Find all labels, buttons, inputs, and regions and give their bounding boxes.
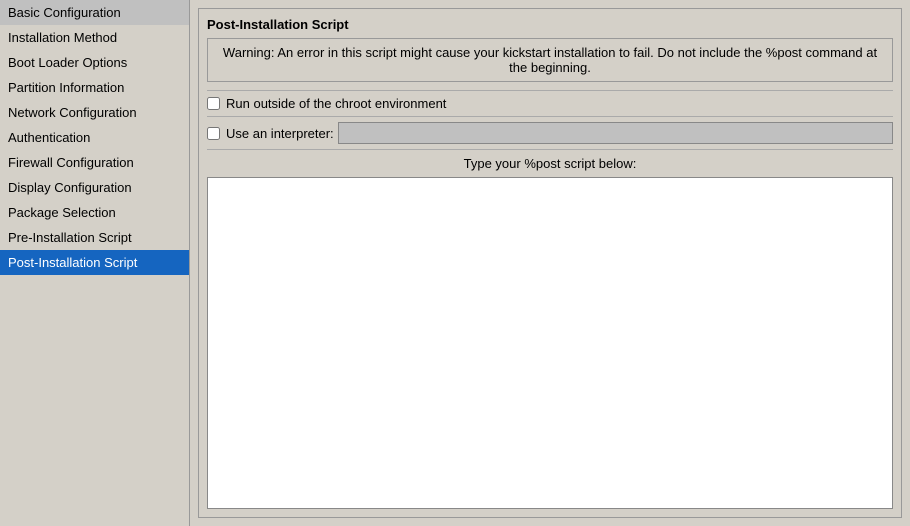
sidebar-item-label: Package Selection (8, 205, 116, 220)
use-interpreter-label: Use an interpreter: (226, 126, 334, 141)
sidebar-item-boot-loader-options[interactable]: Boot Loader Options (0, 50, 189, 75)
sidebar-item-label: Pre-Installation Script (8, 230, 132, 245)
script-textarea[interactable] (207, 177, 893, 509)
warning-text: Warning: An error in this script might c… (223, 45, 877, 75)
sidebar: Basic Configuration Installation Method … (0, 0, 190, 526)
use-interpreter-checkbox[interactable] (207, 127, 220, 140)
sidebar-item-label: Firewall Configuration (8, 155, 134, 170)
sidebar-item-label: Basic Configuration (8, 5, 121, 20)
run-outside-chroot-row: Run outside of the chroot environment (207, 90, 893, 117)
sidebar-item-installation-method[interactable]: Installation Method (0, 25, 189, 50)
sidebar-item-label: Post-Installation Script (8, 255, 137, 270)
sidebar-item-partition-information[interactable]: Partition Information (0, 75, 189, 100)
sidebar-item-label: Authentication (8, 130, 90, 145)
fieldset-legend: Post-Installation Script (207, 17, 893, 32)
run-outside-chroot-checkbox[interactable] (207, 97, 220, 110)
use-interpreter-row: Use an interpreter: (207, 117, 893, 150)
sidebar-item-post-installation-script[interactable]: Post-Installation Script (0, 250, 189, 275)
sidebar-item-authentication[interactable]: Authentication (0, 125, 189, 150)
sidebar-item-label: Boot Loader Options (8, 55, 127, 70)
sidebar-item-network-configuration[interactable]: Network Configuration (0, 100, 189, 125)
sidebar-item-pre-installation-script[interactable]: Pre-Installation Script (0, 225, 189, 250)
sidebar-item-label: Network Configuration (8, 105, 137, 120)
interpreter-input[interactable] (338, 122, 893, 144)
warning-box: Warning: An error in this script might c… (207, 38, 893, 82)
post-install-fieldset: Post-Installation Script Warning: An err… (198, 8, 902, 518)
sidebar-item-label: Partition Information (8, 80, 124, 95)
sidebar-item-label: Installation Method (8, 30, 117, 45)
sidebar-item-label: Display Configuration (8, 180, 132, 195)
sidebar-item-package-selection[interactable]: Package Selection (0, 200, 189, 225)
sidebar-item-basic-configuration[interactable]: Basic Configuration (0, 0, 189, 25)
sidebar-item-firewall-configuration[interactable]: Firewall Configuration (0, 150, 189, 175)
run-outside-chroot-label: Run outside of the chroot environment (226, 96, 446, 111)
main-content: Post-Installation Script Warning: An err… (190, 0, 910, 526)
script-prompt-label: Type your %post script below: (207, 150, 893, 177)
sidebar-item-display-configuration[interactable]: Display Configuration (0, 175, 189, 200)
